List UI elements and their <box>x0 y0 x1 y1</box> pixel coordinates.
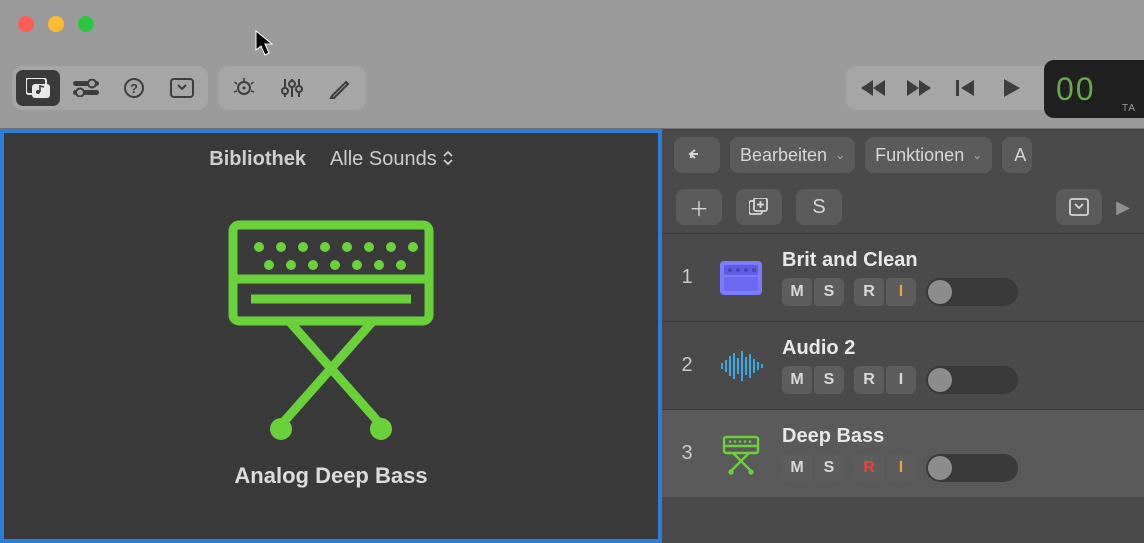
slider-knob <box>928 456 952 480</box>
extra-menu-label: A <box>1014 145 1026 166</box>
duplicate-track-button[interactable] <box>736 189 782 225</box>
smart-controls-button[interactable] <box>222 70 266 106</box>
track-list-panel: Bearbeiten ⌄ Funktionen ⌄ A ＋ S ▶ <box>662 129 1144 543</box>
functions-menu-button[interactable]: Funktionen ⌄ <box>865 137 992 173</box>
navigate-up-button[interactable] <box>674 137 720 173</box>
go-to-start-button[interactable] <box>944 70 988 106</box>
track-row[interactable]: 2 Audio 2 M S R I <box>662 321 1144 409</box>
inspector-toggle-button[interactable] <box>64 70 108 106</box>
record-enable-button[interactable]: R <box>854 366 884 394</box>
input-monitor-button[interactable]: I <box>886 454 916 482</box>
fullscreen-window-button[interactable] <box>78 16 94 32</box>
track-amp-icon[interactable] <box>712 249 770 307</box>
rewind-button[interactable] <box>852 70 896 106</box>
fast-forward-button[interactable] <box>898 70 942 106</box>
solo-button[interactable]: S <box>814 366 844 394</box>
chevron-down-icon: ⌄ <box>835 148 845 162</box>
global-solo-button[interactable]: S <box>796 189 842 225</box>
track-volume-slider[interactable] <box>926 366 1018 394</box>
solo-button[interactable]: S <box>814 278 844 306</box>
add-track-button[interactable]: ＋ <box>676 189 722 225</box>
timecode-display[interactable]: 00 TA <box>1044 60 1144 118</box>
record-enable-button[interactable]: R <box>854 278 884 306</box>
patch-synth-icon <box>211 215 451 445</box>
input-monitor-button[interactable]: I <box>886 366 916 394</box>
track-body: Brit and Clean M S R I <box>782 249 1144 306</box>
close-window-button[interactable] <box>18 16 34 32</box>
library-title: Bibliothek <box>209 148 306 171</box>
record-enable-button[interactable]: R <box>854 454 884 482</box>
toolbar-toggle-button[interactable] <box>160 70 204 106</box>
library-patch-name: Analog Deep Bass <box>234 463 427 489</box>
track-name[interactable]: Audio 2 <box>782 337 1132 360</box>
track-volume-slider[interactable] <box>926 278 1018 306</box>
track-body: Audio 2 M S R I <box>782 337 1144 394</box>
track-row[interactable]: 3 Deep Bass M <box>662 409 1144 497</box>
track-ri-group: R I <box>854 366 916 394</box>
mute-button[interactable]: M <box>782 366 812 394</box>
play-button[interactable] <box>990 70 1034 106</box>
solo-button[interactable]: S <box>814 454 844 482</box>
left-panel-buttons: ? <box>12 66 208 110</box>
track-number: 3 <box>662 442 712 465</box>
timecode-label: TA <box>1122 103 1136 114</box>
extra-menu-button[interactable]: A <box>1002 137 1032 173</box>
track-number: 2 <box>662 354 712 377</box>
main-toolbar: ? 00 TA <box>0 48 1144 128</box>
track-ms-group: M S <box>782 366 844 394</box>
library-toggle-button[interactable] <box>16 70 60 106</box>
library-scope-label: Alle Sounds <box>330 148 437 171</box>
track-wave-icon[interactable] <box>712 337 770 395</box>
library-header: Bibliothek Alle Sounds <box>209 133 452 185</box>
functions-menu-label: Funktionen <box>875 145 964 166</box>
svg-text:?: ? <box>130 81 138 96</box>
window-titlebar <box>0 0 1144 48</box>
input-monitor-button[interactable]: I <box>886 278 916 306</box>
track-name[interactable]: Brit and Clean <box>782 249 1132 272</box>
help-button[interactable]: ? <box>112 70 156 106</box>
edit-mode-buttons <box>218 66 366 110</box>
track-body: Deep Bass M S R I <box>782 425 1144 482</box>
edit-menu-label: Bearbeiten <box>740 145 827 166</box>
slider-knob <box>928 368 952 392</box>
editor-button[interactable] <box>318 70 362 106</box>
library-panel: Bibliothek Alle Sounds <box>0 129 662 543</box>
track-ri-group: R I <box>854 278 916 306</box>
mute-button[interactable]: M <box>782 278 812 306</box>
library-scope-dropdown[interactable]: Alle Sounds <box>330 148 453 171</box>
minimize-window-button[interactable] <box>48 16 64 32</box>
track-ms-group: M S <box>782 454 844 482</box>
mixer-button[interactable] <box>270 70 314 106</box>
edit-menu-button[interactable]: Bearbeiten ⌄ <box>730 137 855 173</box>
chevron-updown-icon <box>443 150 453 169</box>
chevron-down-icon: ⌄ <box>972 148 982 162</box>
chevron-right-icon: ▶ <box>1116 197 1130 218</box>
track-row[interactable]: 1 Brit and Clean M S R I <box>662 233 1144 321</box>
slider-knob <box>928 280 952 304</box>
track-ri-group: R I <box>854 454 916 482</box>
track-tools-row: ＋ S ▶ <box>662 181 1144 233</box>
timecode-digits: 00 <box>1056 71 1096 108</box>
track-name[interactable]: Deep Bass <box>782 425 1132 448</box>
track-number: 1 <box>662 266 712 289</box>
track-synth-icon[interactable] <box>712 425 770 483</box>
track-header-config-button[interactable] <box>1056 189 1102 225</box>
global-solo-label: S <box>812 196 825 219</box>
track-ms-group: M S <box>782 278 844 306</box>
track-volume-slider[interactable] <box>926 454 1018 482</box>
mute-button[interactable]: M <box>782 454 812 482</box>
track-list-header: Bearbeiten ⌄ Funktionen ⌄ A <box>662 129 1144 181</box>
